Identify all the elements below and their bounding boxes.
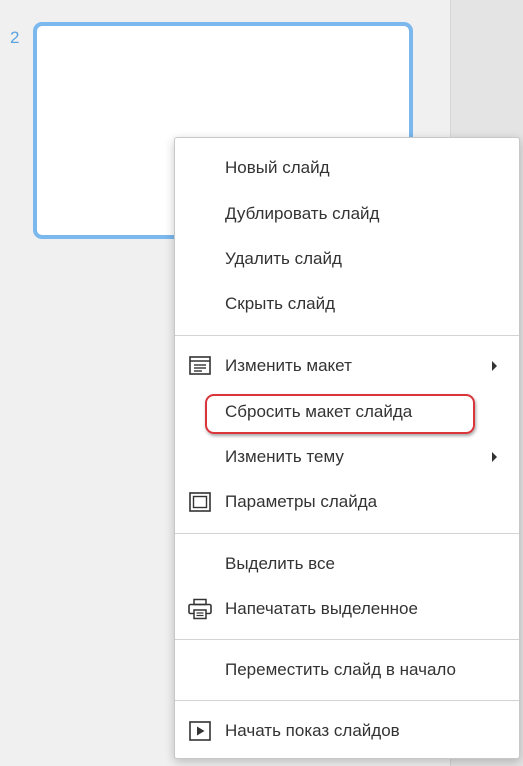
menu-item-print-selection[interactable]: Напечатать выделенное: [175, 590, 519, 628]
menu-item-label: Параметры слайда: [225, 492, 378, 511]
menu-item-label: Новый слайд: [225, 158, 330, 177]
menu-item-change-layout[interactable]: Изменить макет: [175, 347, 519, 385]
context-menu: Новый слайд Дублировать слайд Удалить сл…: [174, 137, 520, 759]
menu-item-label: Изменить макет: [225, 356, 352, 375]
menu-item-hide-slide[interactable]: Скрыть слайд: [175, 285, 519, 323]
menu-item-label: Переместить слайд в начало: [225, 660, 456, 679]
menu-item-label: Изменить тему: [225, 447, 344, 466]
menu-item-start-slideshow[interactable]: Начать показ слайдов: [175, 712, 519, 750]
menu-separator: [175, 335, 519, 336]
menu-item-change-theme[interactable]: Изменить тему: [175, 438, 519, 476]
play-icon: [187, 720, 213, 742]
menu-item-label: Удалить слайд: [225, 249, 342, 268]
submenu-arrow-icon: [492, 361, 497, 371]
slide-number: 2: [10, 28, 20, 47]
menu-item-slide-settings[interactable]: Параметры слайда: [175, 483, 519, 521]
layout-icon: [187, 355, 213, 377]
menu-separator: [175, 700, 519, 701]
menu-separator: [175, 533, 519, 534]
menu-item-label: Напечатать выделенное: [225, 599, 418, 618]
presentation-editor: 2 Новый слайд Дублировать слайд Удалить …: [0, 0, 523, 766]
menu-item-reset-slide-layout[interactable]: Сбросить макет слайда: [175, 393, 519, 431]
slide-settings-icon: [187, 491, 213, 513]
menu-item-delete-slide[interactable]: Удалить слайд: [175, 240, 519, 278]
menu-item-label: Выделить все: [225, 554, 335, 573]
menu-item-label: Дублировать слайд: [225, 204, 380, 223]
submenu-arrow-icon: [492, 452, 497, 462]
menu-item-label: Сбросить макет слайда: [225, 402, 413, 421]
menu-item-move-slide-to-start[interactable]: Переместить слайд в начало: [175, 651, 519, 689]
print-icon: [187, 598, 213, 620]
menu-item-label: Начать показ слайдов: [225, 721, 400, 740]
menu-item-label: Скрыть слайд: [225, 294, 336, 313]
menu-item-duplicate-slide[interactable]: Дублировать слайд: [175, 195, 519, 233]
menu-separator: [175, 639, 519, 640]
menu-item-new-slide[interactable]: Новый слайд: [175, 149, 519, 187]
menu-item-select-all[interactable]: Выделить все: [175, 545, 519, 583]
